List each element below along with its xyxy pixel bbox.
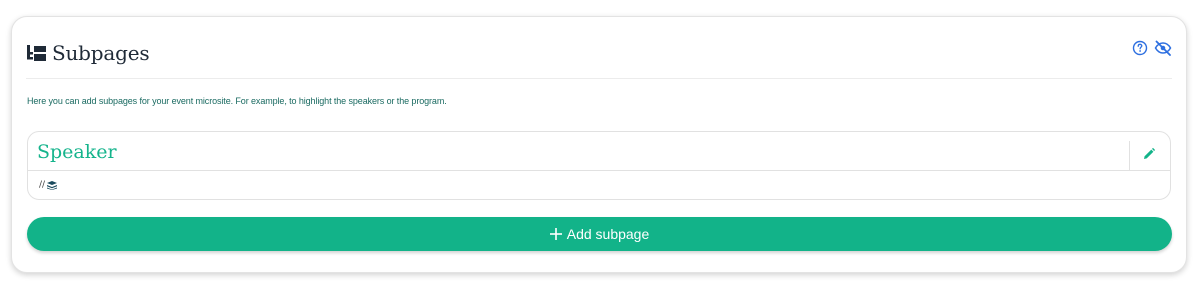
add-subpage-button[interactable]: Add subpage — [27, 217, 1172, 251]
sitemap-icon — [27, 44, 46, 61]
panel-header: Subpages — [27, 41, 150, 65]
subpage-item: Speaker // — [27, 131, 1171, 200]
help-circle-icon[interactable] — [1132, 40, 1148, 56]
panel-title: Subpages — [52, 41, 150, 65]
subpage-title[interactable]: Speaker — [37, 141, 117, 163]
subpage-item-divider — [28, 170, 1170, 171]
panel-header-actions — [1132, 40, 1172, 56]
add-subpage-label: Add subpage — [566, 226, 650, 242]
plus-icon — [549, 228, 562, 240]
panel-description: Here you can add subpages for your event… — [27, 96, 447, 106]
header-divider — [26, 78, 1172, 79]
eye-slash-icon[interactable] — [1154, 40, 1172, 56]
layers-icon — [47, 180, 58, 190]
pencil-icon[interactable] — [1142, 147, 1156, 161]
subpage-meta: // — [39, 180, 58, 190]
subpages-panel: Subpages Here you can add subpages for y… — [11, 16, 1187, 273]
subpage-slug: // — [39, 180, 46, 190]
edit-separator — [1129, 141, 1130, 170]
